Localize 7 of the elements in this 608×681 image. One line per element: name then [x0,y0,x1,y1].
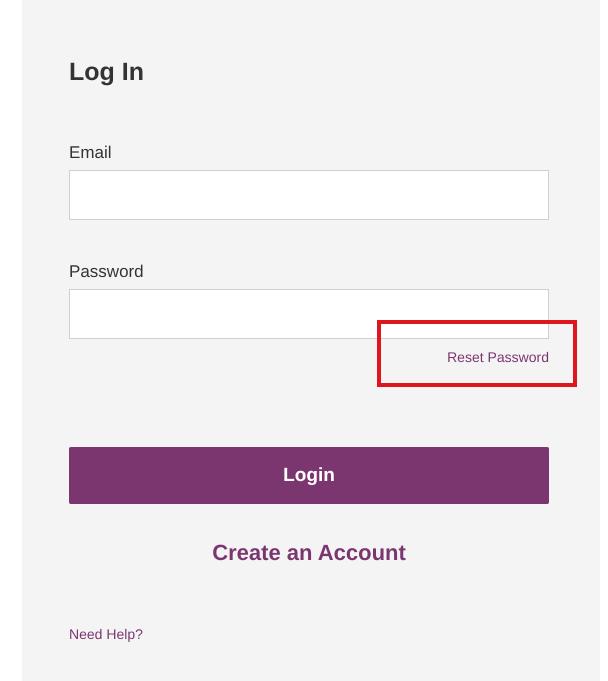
create-account-link[interactable]: Create an Account [212,540,406,566]
login-button[interactable]: Login [69,447,549,504]
field-label: Password [69,262,144,282]
field-label: Email [69,143,112,163]
reset-password-link[interactable]: Reset Password [447,349,549,365]
help-link[interactable]: Need Help? [69,626,143,642]
page-title: Log In [69,58,144,87]
